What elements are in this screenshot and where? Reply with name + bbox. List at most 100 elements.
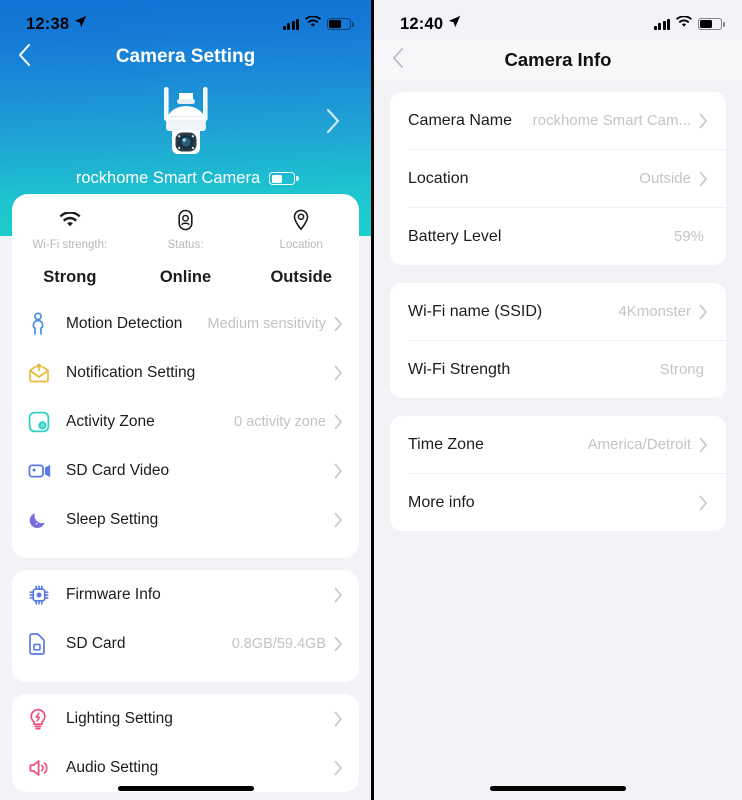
- settings-row-label: Notification Setting: [66, 363, 196, 381]
- info-row-more-info[interactable]: More info: [390, 474, 726, 531]
- status-bar-time-group: 12:40: [400, 15, 461, 34]
- device-name-row: rockhome Smart Camera: [0, 169, 371, 188]
- battery-icon: [698, 18, 725, 30]
- camera-info-content: Camera Name rockhome Smart Cam... Locati…: [374, 80, 742, 531]
- info-row-battery-level: Battery Level 59%: [390, 208, 726, 265]
- settings-row-audio-setting[interactable]: Audio Setting: [12, 743, 359, 792]
- info-row-key: Time Zone: [408, 435, 484, 453]
- status-value: Outside: [270, 268, 332, 286]
- status-bar-time: 12:40: [400, 14, 444, 33]
- chevron-right-icon: [334, 365, 343, 381]
- envelope-up-icon: [28, 363, 66, 383]
- info-row-wifi-strength: Wi-Fi Strength Strong: [390, 341, 726, 398]
- hero-content: rockhome Smart Camera: [0, 76, 371, 188]
- info-row-key: Camera Name: [408, 111, 513, 129]
- home-indicator: [117, 786, 254, 791]
- device-battery-icon: [269, 172, 299, 185]
- settings-row-label: Motion Detection: [66, 314, 183, 332]
- next-camera-button[interactable]: [321, 106, 345, 140]
- info-row-key: Wi-Fi Strength: [408, 360, 511, 378]
- info-row-key: Wi-Fi name (SSID): [408, 302, 543, 320]
- chevron-right-icon: [334, 316, 343, 332]
- settings-row-firmware-info[interactable]: Firmware Info: [12, 570, 359, 619]
- info-row-value: rockhome Smart Cam...: [532, 112, 691, 129]
- settings-row-label: Audio Setting: [66, 758, 159, 776]
- settings-row-sd-card-video[interactable]: SD Card Video: [12, 446, 359, 495]
- settings-row-motion-detection[interactable]: Motion Detection Medium sensitivity: [12, 299, 359, 348]
- chevron-right-icon: [699, 437, 708, 453]
- settings-row-label: SD Card Video: [66, 461, 170, 479]
- settings-row-value: 0 activity zone: [234, 413, 326, 430]
- status-value: Strong: [43, 268, 97, 286]
- location-arrow-icon: [448, 14, 461, 33]
- info-row-camera-name[interactable]: Camera Name rockhome Smart Cam...: [390, 92, 726, 149]
- info-row-wifi-ssid[interactable]: Wi-Fi name (SSID) 4Kmonster: [390, 283, 726, 340]
- chip-icon: [28, 584, 66, 606]
- lightbulb-icon: [28, 708, 66, 730]
- info-row-key: Location: [408, 169, 469, 187]
- settings-row-notification-setting[interactable]: Notification Setting: [12, 348, 359, 397]
- page-title: Camera Setting: [115, 46, 256, 67]
- moon-icon: [28, 510, 66, 530]
- info-group-network: Wi-Fi name (SSID) 4Kmonster Wi-Fi Streng…: [390, 283, 726, 398]
- settings-row-sd-card[interactable]: SD Card 0.8GB/59.4GB: [12, 619, 359, 668]
- wifi-icon: [12, 208, 128, 232]
- wifi-icon: [676, 15, 692, 33]
- info-group-identity: Camera Name rockhome Smart Cam... Locati…: [390, 92, 726, 265]
- chevron-right-icon: [334, 587, 343, 603]
- battery-icon: [327, 18, 354, 30]
- activity-zone-icon: 0: [28, 411, 66, 433]
- chevron-right-icon: [334, 760, 343, 776]
- settings-row-lighting-setting[interactable]: Lighting Setting: [12, 694, 359, 743]
- chevron-right-icon: [699, 495, 708, 511]
- settings-row-sleep-setting[interactable]: Sleep Setting: [12, 495, 359, 544]
- info-row-value: 59%: [673, 228, 704, 245]
- info-row-value: Outside: [639, 170, 691, 187]
- svg-text:0: 0: [41, 423, 44, 429]
- settings-row-activity-zone[interactable]: 0 Activity Zone 0 activity zone: [12, 397, 359, 446]
- info-row-location[interactable]: Location Outside: [390, 150, 726, 207]
- status-label: Location: [279, 239, 323, 251]
- dual-screenshot-container: 12:38 Camera Setting rockhome Smart Came…: [0, 0, 742, 800]
- settings-row-label: Activity Zone: [66, 412, 155, 430]
- speaker-icon: [28, 758, 66, 778]
- status-label: Wi-Fi strength:: [32, 239, 108, 251]
- navigation-bar: Camera Setting: [0, 38, 371, 76]
- page-title: Camera Info: [504, 49, 612, 70]
- info-row-value: America/Detroit: [587, 436, 691, 453]
- settings-row-value: Medium sensitivity: [207, 315, 326, 332]
- settings-content: Wi-Fi strength: Strong Status: Online Lo…: [0, 194, 371, 792]
- status-bar-time: 12:38: [26, 14, 70, 33]
- camera-preview[interactable]: [0, 84, 371, 162]
- status-dot-icon: [128, 208, 244, 232]
- status-bar: 12:40: [374, 0, 742, 40]
- chevron-left-icon: [18, 43, 31, 71]
- sd-card-icon: [28, 632, 66, 655]
- settings-row-label: Lighting Setting: [66, 709, 173, 727]
- ptz-dome-camera-image: [144, 83, 228, 164]
- chevron-right-icon: [325, 108, 341, 139]
- person-motion-icon: [28, 311, 66, 336]
- status-online-state: Status: Online: [128, 208, 244, 287]
- settings-row-label: SD Card: [66, 634, 126, 652]
- status-value: Online: [159, 268, 212, 286]
- status-label: Status:: [167, 239, 204, 251]
- info-row-value: 4Kmonster: [618, 303, 691, 320]
- navigation-bar: Camera Info: [374, 40, 742, 80]
- settings-group-ambient: Lighting Setting Audio Setting: [12, 694, 359, 792]
- info-row-key: More info: [408, 493, 475, 511]
- home-indicator: [490, 786, 626, 791]
- location-arrow-icon: [74, 14, 87, 33]
- chevron-right-icon: [699, 113, 708, 129]
- status-bar: 12:38: [0, 0, 371, 40]
- back-button[interactable]: [18, 42, 44, 72]
- cellular-signal-icon: [282, 18, 299, 30]
- info-row-time-zone[interactable]: Time Zone America/Detroit: [390, 416, 726, 473]
- settings-row-label: Sleep Setting: [66, 510, 159, 528]
- chevron-right-icon: [699, 171, 708, 187]
- cellular-signal-icon: [653, 18, 670, 30]
- info-group-misc: Time Zone America/Detroit More info: [390, 416, 726, 531]
- info-row-value: Strong: [659, 361, 704, 378]
- chevron-right-icon: [334, 711, 343, 727]
- camera-info-screen: 12:40 Camera Info Camera Name rockhome S…: [371, 0, 742, 800]
